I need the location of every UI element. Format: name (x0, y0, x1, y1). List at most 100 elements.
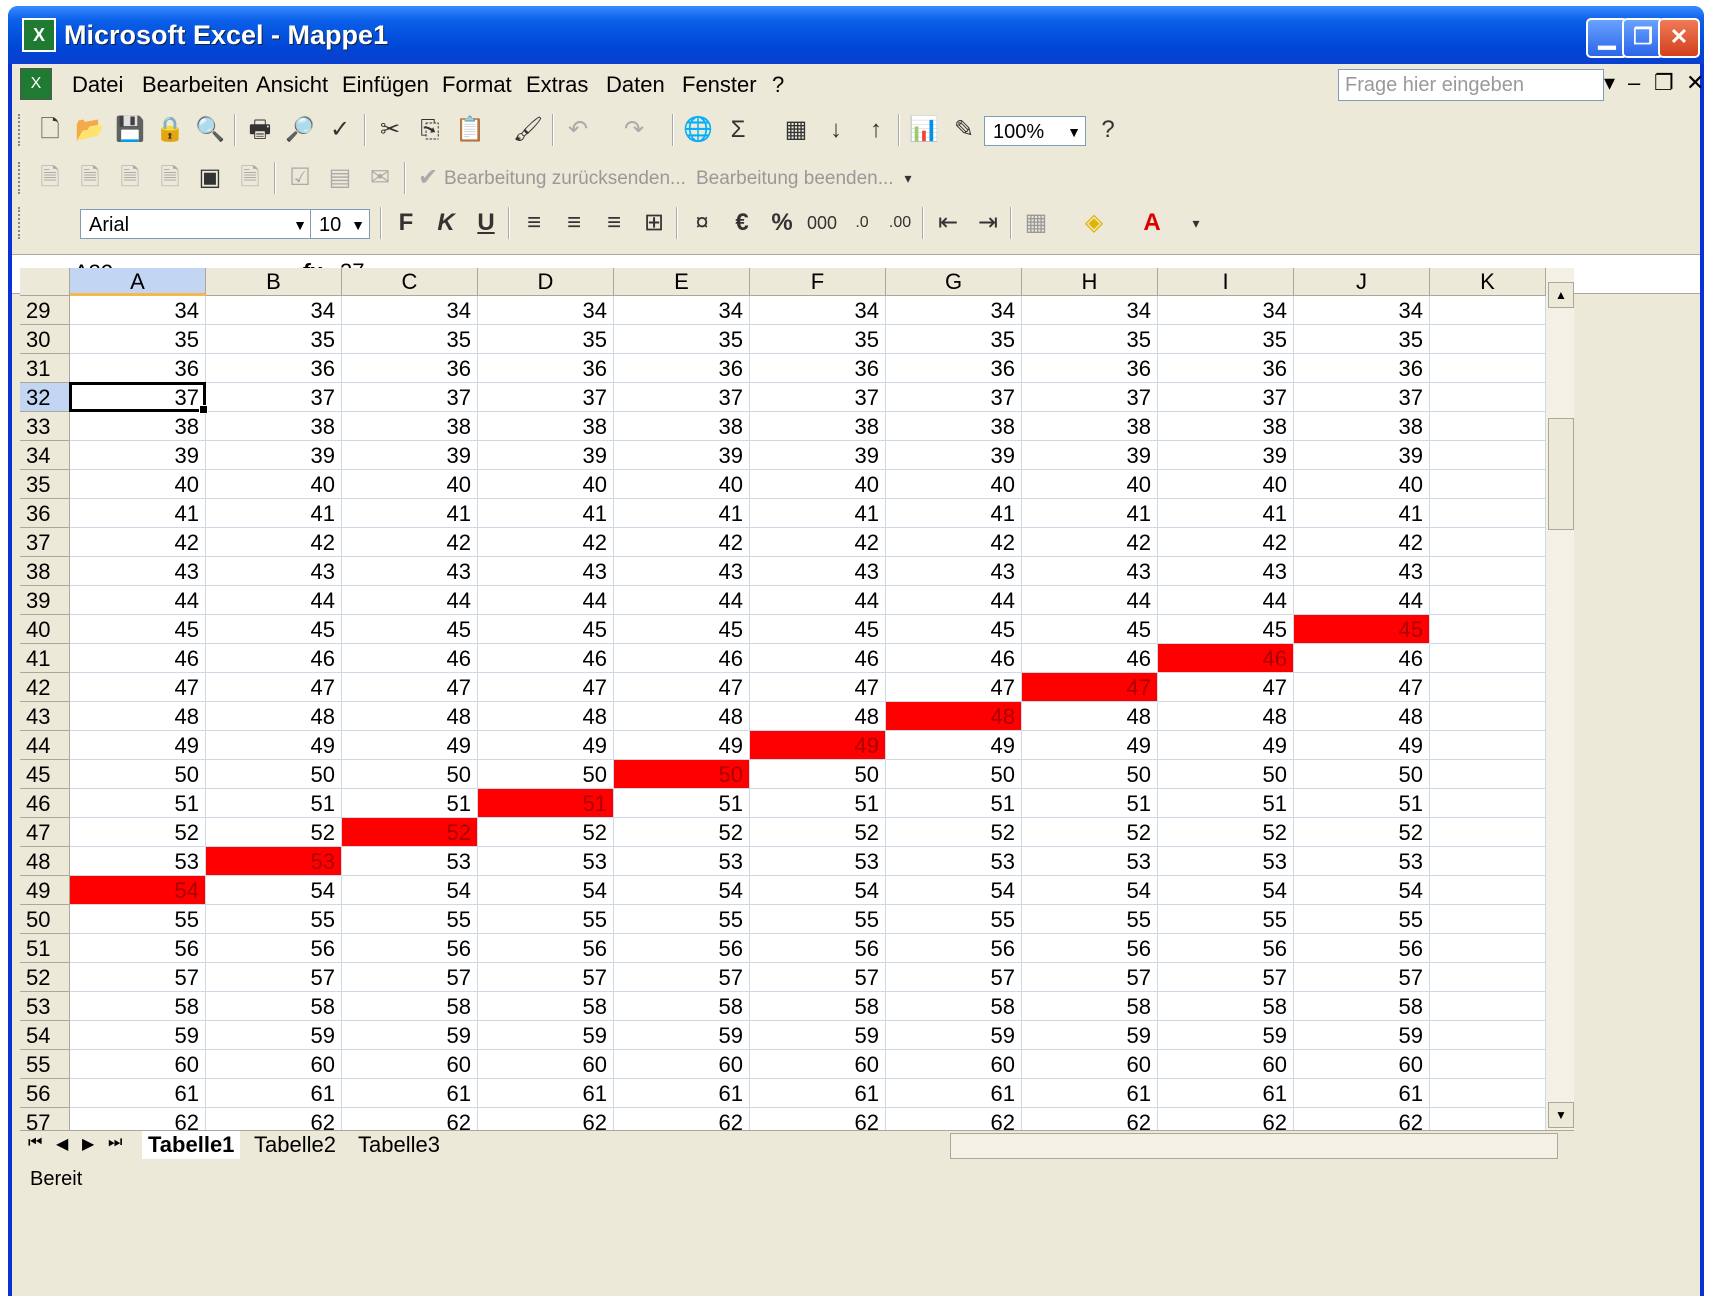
cell-f52[interactable]: 57 (750, 963, 886, 992)
prev-sheet-icon[interactable]: ◀ (56, 1134, 68, 1154)
cell-g40[interactable]: 45 (886, 615, 1022, 644)
cell-f49[interactable]: 54 (750, 876, 886, 905)
cell-k41[interactable] (1430, 644, 1546, 673)
cell-f37[interactable]: 42 (750, 528, 886, 557)
cell-g29[interactable]: 34 (886, 296, 1022, 325)
cell-h33[interactable]: 38 (1022, 412, 1158, 441)
cell-f43[interactable]: 48 (750, 702, 886, 731)
cell-a41[interactable]: 46 (70, 644, 206, 673)
menu-extras[interactable]: Extras (526, 72, 588, 98)
print-preview-icon[interactable]: 🔎 (284, 114, 316, 146)
cell-k36[interactable] (1430, 499, 1546, 528)
cell-g31[interactable]: 36 (886, 354, 1022, 383)
row-header[interactable]: 42 (20, 673, 70, 702)
cell-a50[interactable]: 55 (70, 905, 206, 934)
cell-e32[interactable]: 37 (614, 383, 750, 412)
cell-j38[interactable]: 43 (1294, 557, 1430, 586)
cell-i54[interactable]: 59 (1158, 1021, 1294, 1050)
cell-i55[interactable]: 60 (1158, 1050, 1294, 1079)
cell-c40[interactable]: 45 (342, 615, 478, 644)
cell-g45[interactable]: 50 (886, 760, 1022, 789)
cell-j40[interactable]: 45 (1294, 615, 1430, 644)
menu-format[interactable]: Format (442, 72, 512, 98)
cell-a53[interactable]: 58 (70, 992, 206, 1021)
cell-b44[interactable]: 49 (206, 731, 342, 760)
cell-j35[interactable]: 40 (1294, 470, 1430, 499)
cut-icon[interactable]: ✂ (374, 114, 406, 146)
currency-icon[interactable]: ¤ (686, 207, 718, 239)
cell-k47[interactable] (1430, 818, 1546, 847)
cell-f39[interactable]: 44 (750, 586, 886, 615)
cell-b47[interactable]: 52 (206, 818, 342, 847)
cell-c56[interactable]: 61 (342, 1079, 478, 1108)
cell-a56[interactable]: 61 (70, 1079, 206, 1108)
cell-i43[interactable]: 48 (1158, 702, 1294, 731)
cell-a54[interactable]: 59 (70, 1021, 206, 1050)
cell-h42[interactable]: 47 (1022, 673, 1158, 702)
print-icon[interactable]: 🖶 (244, 114, 276, 146)
cell-i52[interactable]: 57 (1158, 963, 1294, 992)
cell-a43[interactable]: 48 (70, 702, 206, 731)
column-header-c[interactable]: C (342, 268, 478, 296)
new-icon[interactable]: 🗋 (34, 114, 66, 146)
cell-e47[interactable]: 52 (614, 818, 750, 847)
cell-f57[interactable]: 62 (750, 1108, 886, 1130)
cell-b53[interactable]: 58 (206, 992, 342, 1021)
cell-e44[interactable]: 49 (614, 731, 750, 760)
tab-tabelle2[interactable]: Tabelle2 (254, 1131, 336, 1159)
cell-h31[interactable]: 36 (1022, 354, 1158, 383)
cell-j32[interactable]: 37 (1294, 383, 1430, 412)
cell-g39[interactable]: 44 (886, 586, 1022, 615)
column-header-g[interactable]: G (886, 268, 1022, 296)
cell-d40[interactable]: 45 (478, 615, 614, 644)
cell-h44[interactable]: 49 (1022, 731, 1158, 760)
research-icon[interactable]: 🔍 (194, 114, 226, 146)
sort-descending-icon[interactable]: ↑ (860, 114, 892, 146)
cell-g35[interactable]: 40 (886, 470, 1022, 499)
cell-e36[interactable]: 41 (614, 499, 750, 528)
row-header[interactable]: 48 (20, 847, 70, 876)
row-header[interactable]: 49 (20, 876, 70, 905)
column-header-d[interactable]: D (478, 268, 614, 296)
format-painter-icon[interactable]: 🖌 (512, 114, 544, 146)
row-header[interactable]: 41 (20, 644, 70, 673)
undo-icon[interactable]: ↶ (562, 114, 594, 146)
cell-c38[interactable]: 43 (342, 557, 478, 586)
cell-d32[interactable]: 37 (478, 383, 614, 412)
cell-h48[interactable]: 53 (1022, 847, 1158, 876)
cell-b55[interactable]: 60 (206, 1050, 342, 1079)
hyperlink-icon[interactable]: 🌐 (682, 114, 714, 146)
cell-h38[interactable]: 43 (1022, 557, 1158, 586)
cell-k44[interactable] (1430, 731, 1546, 760)
cell-b41[interactable]: 46 (206, 644, 342, 673)
cell-g34[interactable]: 39 (886, 441, 1022, 470)
cell-d50[interactable]: 55 (478, 905, 614, 934)
cell-d42[interactable]: 47 (478, 673, 614, 702)
cell-c42[interactable]: 47 (342, 673, 478, 702)
cell-a46[interactable]: 51 (70, 789, 206, 818)
cell-c31[interactable]: 36 (342, 354, 478, 383)
scroll-thumb[interactable] (1548, 418, 1574, 530)
cell-c41[interactable]: 46 (342, 644, 478, 673)
spelling-icon[interactable]: ✓ (324, 114, 356, 146)
cell-e54[interactable]: 59 (614, 1021, 750, 1050)
cell-j42[interactable]: 47 (1294, 673, 1430, 702)
cell-e42[interactable]: 47 (614, 673, 750, 702)
cell-j29[interactable]: 34 (1294, 296, 1430, 325)
cell-a35[interactable]: 40 (70, 470, 206, 499)
cell-c35[interactable]: 40 (342, 470, 478, 499)
cell-j44[interactable]: 49 (1294, 731, 1430, 760)
cell-b46[interactable]: 51 (206, 789, 342, 818)
insert-function-icon[interactable]: ▦ (780, 114, 812, 146)
cell-b49[interactable]: 54 (206, 876, 342, 905)
workbook-icon[interactable]: X (20, 68, 52, 100)
cell-k30[interactable] (1430, 325, 1546, 354)
column-header-a[interactable]: A (70, 268, 206, 296)
cell-b54[interactable]: 59 (206, 1021, 342, 1050)
cell-j57[interactable]: 62 (1294, 1108, 1430, 1130)
cell-h51[interactable]: 56 (1022, 934, 1158, 963)
cell-f54[interactable]: 59 (750, 1021, 886, 1050)
save-icon[interactable]: 💾 (114, 114, 146, 146)
cell-c44[interactable]: 49 (342, 731, 478, 760)
cell-a37[interactable]: 42 (70, 528, 206, 557)
